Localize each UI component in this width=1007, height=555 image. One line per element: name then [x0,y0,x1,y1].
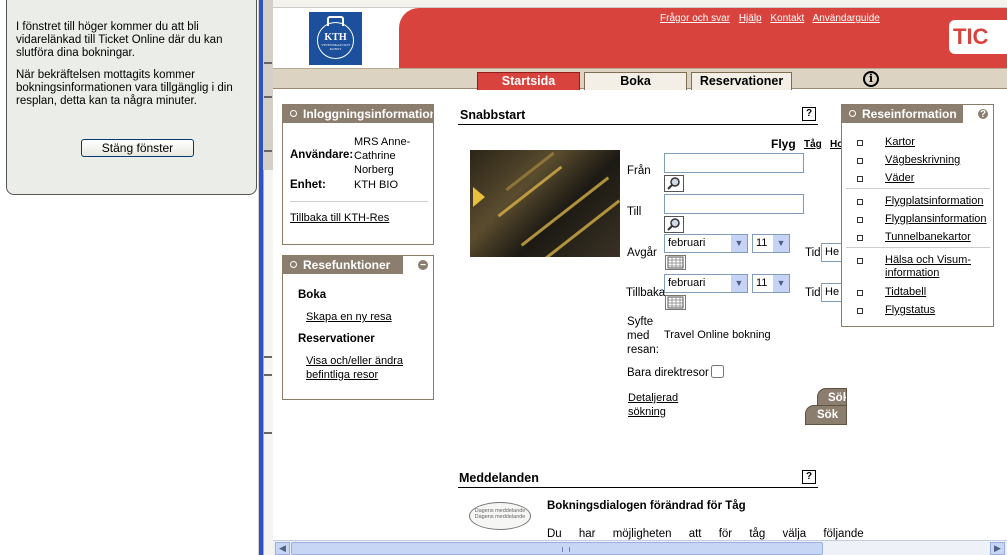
unit-value: KTH BIO [354,179,399,191]
return-month-select[interactable]: februari ▼ [664,274,748,293]
to-input[interactable] [664,194,804,214]
travel-info-help-icon[interactable]: ? [977,108,989,120]
scrollbar-thumb[interactable] [291,542,823,555]
login-info-title: Inloggningsinformation [303,107,433,121]
bullet-icon [290,261,297,268]
purpose-label: Syfte med resan: [627,316,659,356]
depart-day-select[interactable]: 11 ▼ [752,234,790,253]
to-label: Till [627,206,642,218]
from-search-icon[interactable] [664,175,684,192]
messages-title: Meddelanden [459,471,539,485]
return-label: Tillbaka [626,287,666,299]
chevron-down-icon: ▼ [731,235,747,252]
window-divider [258,0,273,555]
book-heading: Boka [298,289,327,301]
horizontal-scrollbar[interactable]: ◀ ▶ [273,540,1007,555]
flight-status-link[interactable]: Flygstatus [885,304,935,316]
weather-link[interactable]: Väder [885,172,914,184]
user-value: MRS Anne-Cathrine Norberg [354,136,411,176]
from-input[interactable] [664,153,804,173]
mode-flight-tab[interactable]: Flyg [771,137,796,151]
health-visa-link[interactable]: Hälsa och Visum-information [885,254,985,280]
tab-boka[interactable]: Boka [584,72,687,90]
ticket-online-page: KTH VETENSKAP OCH KONST Frågor och svar … [273,0,1007,540]
info-popup: I fönstret till höger kommer du att bli … [6,0,257,195]
login-info-box: Inloggningsinformation Användare: MRS An… [282,104,434,245]
quickstart-help-icon[interactable]: ? [802,107,816,121]
tab-startsida[interactable]: Startsida [477,72,580,90]
unit-label: Enhet: [290,179,326,191]
new-trip-link[interactable]: Skapa en ny resa [306,311,392,323]
collapse-icon[interactable]: − [417,259,429,271]
popup-redirect-text: I fönstret till höger kommer du att bli … [16,21,223,59]
chevron-down-icon: ▼ [773,275,789,292]
maps-link[interactable]: Kartor [885,136,915,148]
to-search-icon[interactable] [664,216,684,233]
manage-reservations-link[interactable]: Visa och/eller ändra befintliga resor [306,354,416,382]
travel-info-box: Reseinformation ? Kartor Vägbeskrivning … [841,104,994,327]
airport-info-link[interactable]: Flygplatsinformation [885,195,983,207]
user-label: Användare: [290,149,354,161]
popup-confirmation-text: När bekräftelsen mottagits kommer boknin… [16,69,233,107]
chevron-down-icon: ▼ [731,275,747,292]
direct-only-checkbox[interactable] [711,365,724,378]
timetable-link[interactable]: Tidtabell [885,286,926,298]
reservations-heading: Reservationer [298,333,375,345]
close-window-button[interactable]: Stäng fönster [81,139,194,157]
return-time-label: Tid [805,287,821,299]
faq-link[interactable]: Frågor och svar [660,13,730,24]
user-guide-link[interactable]: Användarguide [813,13,880,24]
help-link[interactable]: Hjälp [739,13,762,24]
travel-info-title: Reseinformation [862,107,957,121]
tab-bar: Startsida Boka Reservationer i [273,68,1007,90]
depart-time-label: Tid [805,247,821,259]
contact-link[interactable]: Kontakt [770,13,804,24]
quickstart-title: Snabbstart [460,108,526,122]
message-headline: Bokningsdialogen förändrad för Tåg [547,500,746,512]
direct-only-label: Bara direktresor [627,367,709,379]
message-body: Du har möjligheten att för tåg välja föl… [547,528,864,540]
info-icon[interactable]: i [863,71,879,87]
subway-maps-link[interactable]: Tunnelbanekartor [885,231,971,243]
mode-train-tab[interactable]: Tåg [804,139,822,150]
departure-board-photo [470,150,620,257]
scroll-right-icon[interactable]: ▶ [990,542,1005,555]
messages-help-icon[interactable]: ? [802,470,816,484]
left-pane: I fönstret till höger kommer du att bli … [0,0,258,555]
back-to-kth-res-link[interactable]: Tillbaka till KTH-Res [290,212,389,224]
purpose-value: Travel Online bokning [664,329,771,341]
travel-functions-box: Resefunktioner − Boka Skapa en ny resa R… [282,255,434,400]
travel-functions-title: Resefunktioner [303,258,391,272]
kth-logo[interactable]: KTH VETENSKAP OCH KONST [309,12,362,65]
from-label: Från [627,165,651,177]
header-links: Frågor och svar Hjälp Kontakt Användargu… [660,13,886,24]
detailed-search-link[interactable]: Detaljerad sökning [628,391,688,419]
chevron-down-icon: ▼ [773,235,789,252]
tab-reservationer[interactable]: Reservationer [691,72,792,90]
bullet-icon [290,110,297,117]
search-button[interactable]: Sök [805,405,847,425]
directions-link[interactable]: Vägbeskrivning [885,154,960,166]
return-calendar-icon[interactable] [665,295,686,310]
bullet-icon [849,110,856,117]
brand-logo: TIC [949,20,1007,54]
aircraft-info-link[interactable]: Flygplansinformation [885,213,987,225]
depart-month-select[interactable]: februari ▼ [664,234,748,253]
return-day-select[interactable]: 11 ▼ [752,274,790,293]
message-bubble-icon: Dagens meddelande Dagens meddelande [469,502,531,530]
scroll-left-icon[interactable]: ◀ [275,542,290,555]
arrow-icon [473,187,485,207]
depart-calendar-icon[interactable] [665,255,686,270]
depart-label: Avgår [627,247,657,259]
